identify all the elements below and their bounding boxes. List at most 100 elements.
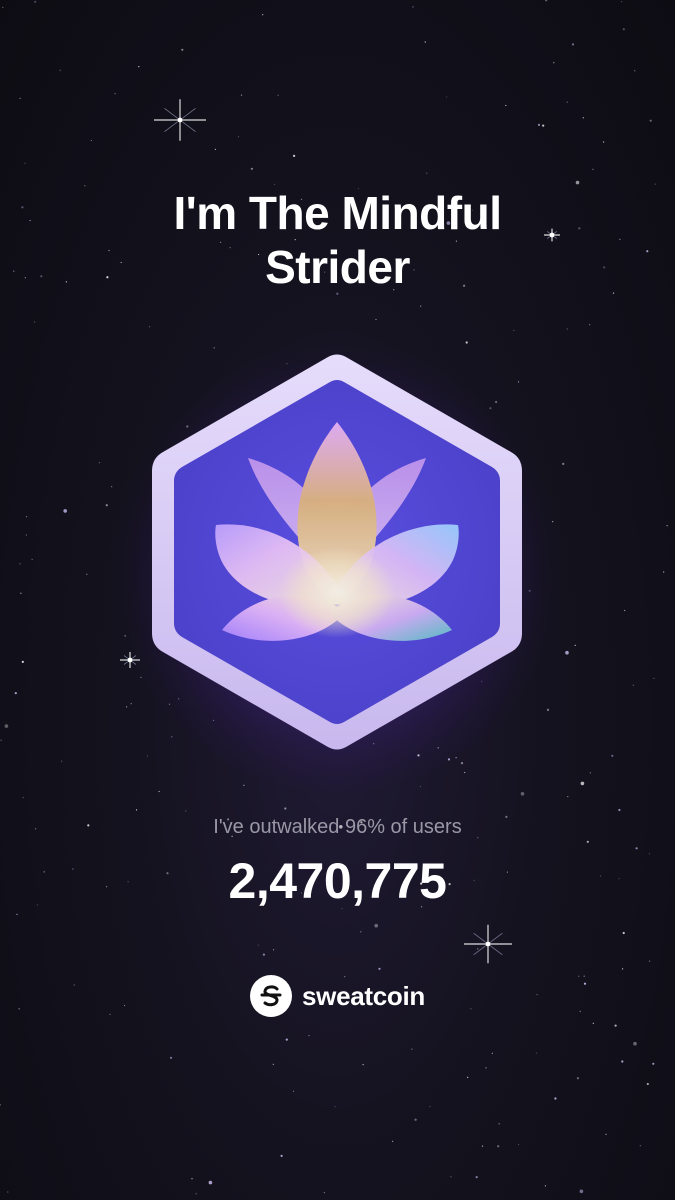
sparkle-star — [464, 924, 512, 964]
star — [148, 326, 151, 328]
star — [114, 93, 116, 95]
star — [582, 117, 584, 119]
star — [505, 104, 507, 107]
star — [426, 172, 428, 174]
star — [21, 660, 24, 664]
star — [169, 1056, 173, 1059]
star — [19, 97, 21, 99]
star — [4, 724, 9, 728]
star — [498, 1123, 500, 1125]
star — [24, 162, 26, 164]
star — [586, 840, 589, 843]
star — [237, 136, 240, 138]
star — [280, 1154, 283, 1157]
star — [16, 913, 18, 916]
star — [622, 28, 625, 31]
star — [126, 706, 128, 708]
star — [274, 183, 276, 185]
star — [360, 931, 362, 933]
star — [666, 525, 668, 527]
star — [293, 154, 296, 157]
star — [308, 1035, 310, 1037]
star — [618, 808, 621, 812]
star — [362, 1064, 364, 1066]
achievement-badge — [112, 330, 562, 792]
star — [653, 677, 655, 679]
star — [334, 1106, 336, 1108]
lotus-icon — [112, 332, 562, 792]
star — [567, 796, 569, 798]
star — [411, 1048, 413, 1050]
star — [520, 792, 525, 796]
star — [603, 141, 605, 143]
star — [652, 1062, 655, 1065]
star — [649, 960, 651, 962]
star — [580, 781, 585, 786]
star — [374, 923, 379, 928]
star — [111, 486, 113, 488]
star — [553, 62, 555, 64]
star — [34, 0, 37, 3]
star — [419, 786, 421, 788]
star — [2, 6, 4, 8]
star — [535, 1052, 538, 1054]
star — [635, 847, 638, 850]
star — [181, 48, 184, 51]
star — [63, 509, 67, 513]
star — [19, 563, 21, 565]
star — [546, 708, 550, 712]
star — [98, 462, 101, 464]
star — [375, 318, 377, 321]
page-title: I'm The Mindful Strider — [0, 186, 675, 294]
star — [0, 1104, 1, 1106]
star — [477, 948, 479, 950]
star — [562, 462, 565, 465]
star — [272, 1063, 274, 1065]
stat-caption: I've outwalked 96% of users — [213, 816, 462, 838]
star — [262, 14, 264, 16]
brand-name: sweatcoin — [301, 980, 425, 1011]
star — [240, 94, 243, 96]
star — [90, 139, 92, 142]
star — [654, 183, 656, 185]
star — [574, 644, 576, 646]
star — [185, 810, 187, 812]
star — [518, 1143, 520, 1146]
star — [566, 101, 568, 103]
star — [446, 96, 448, 98]
star — [589, 772, 592, 774]
star — [663, 571, 665, 573]
star — [284, 807, 287, 810]
star — [273, 949, 275, 951]
star — [565, 650, 569, 655]
star — [250, 167, 253, 170]
star — [544, 1185, 547, 1187]
star — [26, 516, 28, 518]
star — [467, 1076, 469, 1078]
star — [31, 558, 33, 561]
brand-footer: sweatcoin — [0, 972, 675, 1020]
star — [420, 305, 422, 307]
star — [450, 1176, 452, 1178]
star — [554, 1097, 557, 1100]
star — [61, 760, 63, 762]
star — [622, 931, 625, 935]
star — [7, 1191, 9, 1193]
star — [475, 1176, 478, 1179]
star — [571, 43, 575, 46]
title-line-1: I'm The Mindful — [173, 187, 502, 239]
star — [639, 1145, 641, 1147]
star — [59, 69, 61, 71]
star — [566, 328, 568, 330]
star — [633, 1041, 637, 1046]
star — [208, 1180, 213, 1185]
star — [646, 1082, 649, 1086]
star — [412, 6, 414, 8]
star — [34, 321, 36, 323]
star — [86, 573, 88, 575]
star — [14, 692, 17, 695]
star — [262, 953, 265, 956]
star — [195, 1193, 197, 1195]
star — [214, 148, 216, 150]
star — [0, 739, 2, 741]
